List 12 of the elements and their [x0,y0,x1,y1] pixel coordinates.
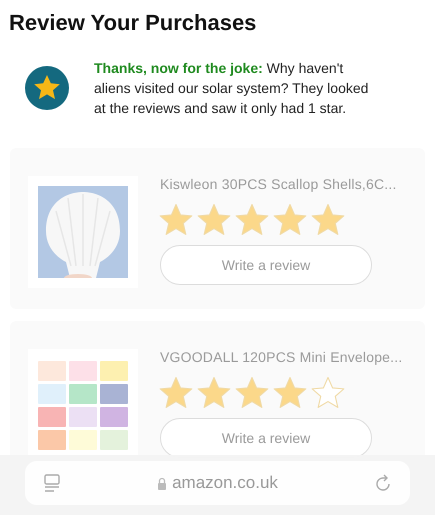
lock-icon [157,476,168,490]
address-bar[interactable]: amazon.co.uk [25,461,410,505]
star-badge-icon [25,66,69,110]
joke-message: Thanks, now for the joke: Why haven't aliens visited our solar system? They looked at the reviews and saw it only had 1 star. [94,59,370,118]
tabs-icon[interactable] [43,473,61,493]
product-title[interactable]: VGOODALL 120PCS Mini Envelope... [160,347,402,368]
reload-icon[interactable] [374,473,392,493]
url-text: amazon.co.uk [172,472,278,494]
product-title[interactable]: Kiswleon 30PCS Scallop Shells,6C... [160,174,397,195]
write-review-button[interactable]: Write a review [160,418,372,458]
write-review-button[interactable]: Write a review [160,245,372,285]
page-title: Review Your Purchases [8,9,258,37]
